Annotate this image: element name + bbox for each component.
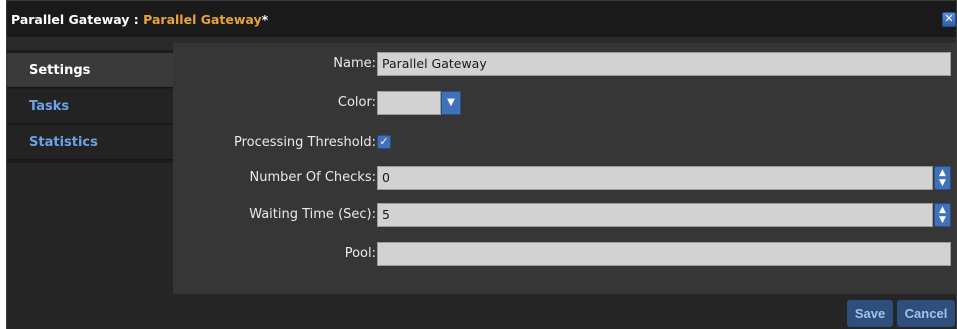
settings-panel: Name: Parallel Gateway Color: ▼ Processi… [173,37,956,294]
dialog-titlebar: Parallel Gateway : Parallel Gateway * ✕ [7,1,956,37]
waiting-time-label: Waiting Time (Sec): [249,207,376,222]
checkmark-icon: ✓ [379,135,389,148]
pool-row: Pool: [173,241,956,267]
dialog-title: Parallel Gateway [11,11,130,27]
waiting-time-spinner[interactable]: ▲ ▼ [934,203,951,227]
pool-label: Pool: [344,246,376,261]
processing-threshold-label: Processing Threshold: [234,135,376,150]
sidebar: Settings Tasks Statistics [7,37,173,163]
name-label: Name: [333,56,376,71]
waiting-time-row: Waiting Time (Sec): 5 ▲ ▼ [173,202,956,228]
sidebar-item-label: Settings [29,62,91,78]
name-input[interactable]: Parallel Gateway [377,52,951,76]
parallel-gateway-dialog: Parallel Gateway : Parallel Gateway * ✕ … [6,0,957,329]
sidebar-item-statistics[interactable]: Statistics [7,125,173,160]
panel-header-strip [173,37,956,43]
chevron-down-icon[interactable]: ▼ [935,178,950,188]
number-of-checks-row: Number Of Checks: 0 ▲ ▼ [173,165,956,191]
unsaved-indicator: * [261,11,269,27]
dialog-body: Settings Tasks Statistics Name: Parallel… [7,37,956,329]
pool-input[interactable] [377,242,951,266]
sidebar-item-settings[interactable]: Settings [7,53,173,88]
dialog-title-separator: : [129,11,144,27]
sidebar-item-tasks[interactable]: Tasks [7,89,173,124]
sidebar-item-label: Statistics [29,134,98,150]
number-of-checks-spinner[interactable]: ▲ ▼ [934,166,951,190]
color-label: Color: [337,95,376,110]
waiting-time-input[interactable]: 5 [377,203,933,227]
number-of-checks-label: Number Of Checks: [249,170,376,185]
chevron-up-icon[interactable]: ▲ [935,205,950,215]
processing-threshold-checkbox[interactable]: ✓ [377,135,391,149]
processing-threshold-row: Processing Threshold: ✓ [173,130,956,156]
dialog-footer: Save Cancel [173,294,956,329]
number-of-checks-input[interactable]: 0 [377,166,933,190]
chevron-down-icon[interactable]: ▼ [935,215,950,225]
chevron-up-icon[interactable]: ▲ [935,168,950,178]
sidebar-item-label: Tasks [29,98,70,114]
save-button[interactable]: Save [847,300,893,327]
chevron-down-icon[interactable]: ▼ [441,91,461,115]
color-select[interactable] [377,91,441,115]
sidebar-header-strip [7,37,173,50]
color-row: Color: ▼ [173,90,956,116]
name-row: Name: Parallel Gateway [173,51,956,77]
cancel-button[interactable]: Cancel [897,300,955,327]
dialog-title-entity: Parallel Gateway [143,11,262,27]
close-icon[interactable]: ✕ [942,12,956,27]
